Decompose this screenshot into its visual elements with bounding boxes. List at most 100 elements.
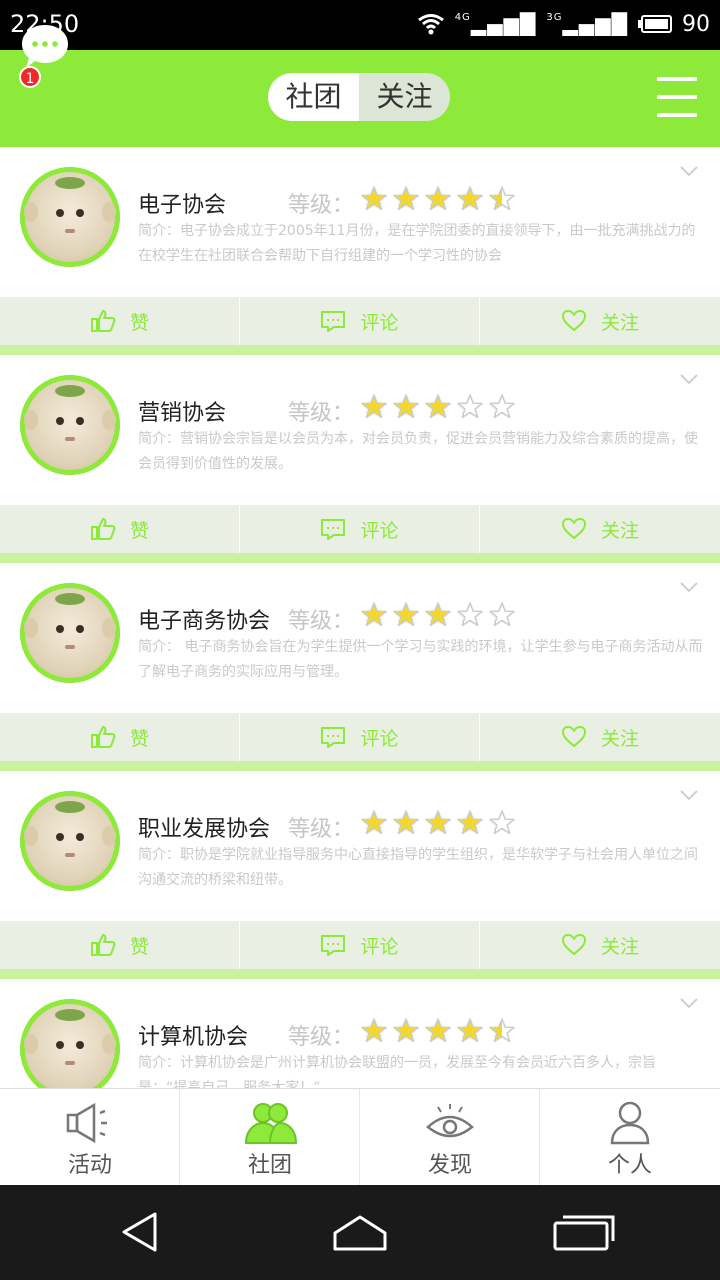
level-label: 等级： [288, 1025, 355, 1050]
tab-discover[interactable]: 发现 [360, 1089, 540, 1186]
star-icon [457, 1018, 483, 1043]
card-separator [0, 345, 720, 355]
club-avatar[interactable] [20, 583, 120, 683]
club-avatar[interactable] [20, 375, 120, 475]
thumbs-up-icon [90, 934, 116, 956]
back-icon[interactable] [118, 1210, 160, 1254]
message-badge: 1 [19, 66, 41, 88]
action-bar: 赞 评论 关注 [0, 921, 720, 969]
star-icon [489, 810, 515, 835]
like-button[interactable]: 赞 [0, 713, 240, 761]
signal-4g-icon: 4G▂▄▆█ [454, 12, 537, 36]
heart-icon [561, 518, 586, 539]
thumbs-up-icon [90, 310, 116, 332]
club-card[interactable]: 营销协会 等级： 简介：营销协会宗旨是以会员为本，对会员负责，促进会员营销能力及综合… [0, 355, 720, 563]
club-card[interactable]: 计算机协会 等级： 简介：计算机协会是广州计算机协会联盟的一员，发展至今有会员近六百… [0, 979, 720, 1088]
club-description: 简介：职协是学院就业指导服务中心直接指导的学生组织，是华软学子与社会用人单位之间… [138, 847, 698, 888]
megaphone-icon [66, 1102, 107, 1144]
action-bar: 赞 评论 关注 [0, 505, 720, 553]
chevron-down-icon[interactable] [679, 165, 699, 177]
club-name[interactable]: 计算机协会 [138, 1019, 248, 1051]
comment-icon [321, 311, 346, 332]
chat-bubble-icon[interactable] [20, 22, 70, 72]
thumbs-up-icon [90, 518, 116, 540]
star-icon [489, 186, 515, 211]
follow-button[interactable]: 关注 [480, 297, 720, 345]
chevron-down-icon[interactable] [679, 997, 699, 1009]
star-icon [361, 394, 387, 419]
club-name[interactable]: 职业发展协会 [138, 811, 270, 843]
like-button[interactable]: 赞 [0, 921, 240, 969]
tab-label: 个人 [607, 1153, 652, 1178]
star-icon [393, 186, 419, 211]
menu-icon[interactable] [657, 77, 697, 117]
star-icon [457, 602, 483, 627]
recents-icon[interactable] [552, 1211, 618, 1253]
star-icon [425, 602, 451, 627]
tab-profile[interactable]: 个人 [540, 1089, 720, 1186]
tab-clubs-bottom[interactable]: 社团 [180, 1089, 360, 1186]
segment-control: 社团 关注 [268, 73, 450, 121]
comment-label: 评论 [360, 727, 399, 750]
comment-icon [321, 727, 346, 748]
like-button[interactable]: 赞 [0, 297, 240, 345]
comment-icon [321, 935, 346, 956]
follow-button[interactable]: 关注 [480, 505, 720, 553]
rating-stars [360, 185, 516, 217]
people-icon [244, 1103, 298, 1144]
tab-following[interactable]: 关注 [359, 73, 450, 121]
comment-button[interactable]: 评论 [240, 921, 480, 969]
club-avatar[interactable] [20, 791, 120, 891]
comment-label: 评论 [360, 935, 399, 958]
club-name[interactable]: 电子商务协会 [138, 603, 270, 635]
chevron-down-icon[interactable] [679, 581, 699, 593]
follow-label: 关注 [600, 727, 639, 750]
chevron-down-icon[interactable] [679, 373, 699, 385]
like-button[interactable]: 赞 [0, 505, 240, 553]
comment-button[interactable]: 评论 [240, 713, 480, 761]
follow-button[interactable]: 关注 [480, 713, 720, 761]
card-separator [0, 761, 720, 771]
like-label: 赞 [129, 311, 149, 334]
follow-button[interactable]: 关注 [480, 921, 720, 969]
club-avatar[interactable] [20, 167, 120, 267]
level-label: 等级： [288, 609, 355, 634]
like-label: 赞 [129, 935, 149, 958]
comment-button[interactable]: 评论 [240, 297, 480, 345]
star-icon [393, 602, 419, 627]
tab-label: 发现 [427, 1153, 472, 1178]
club-card[interactable]: 电子协会 等级： 简介：电子协会成立于2005年11月份，是在学院团委的直接领导下，… [0, 147, 720, 355]
rating-stars [360, 1017, 516, 1049]
comment-label: 评论 [360, 519, 399, 542]
club-name[interactable]: 营销协会 [138, 395, 226, 427]
star-icon [361, 810, 387, 835]
rating-stars [360, 809, 516, 841]
comment-button[interactable]: 评论 [240, 505, 480, 553]
club-card[interactable]: 职业发展协会 等级： 简介：职协是学院就业指导服务中心直接指导的学生组织，是华软学子… [0, 771, 720, 979]
bottom-tab-bar: 活动 社团 发现 个人 [0, 1088, 720, 1186]
comment-label: 评论 [360, 311, 399, 334]
level-label: 等级： [288, 193, 355, 218]
star-icon [393, 1018, 419, 1043]
club-avatar[interactable] [20, 999, 120, 1088]
club-name[interactable]: 电子协会 [138, 187, 226, 219]
tab-clubs[interactable]: 社团 [268, 73, 359, 121]
follow-label: 关注 [600, 311, 639, 334]
signal-3g-icon: 3G▂▄▆█ [546, 12, 628, 36]
level-label: 等级： [288, 817, 355, 842]
tab-activities[interactable]: 活动 [0, 1089, 180, 1186]
heart-icon [561, 934, 586, 955]
club-card[interactable]: 电子商务协会 等级： 简介： 电子商务协会旨在为学生提供一个学习与实践的环境，让学生… [0, 563, 720, 771]
star-icon [489, 394, 515, 419]
battery-level: 90 [682, 11, 710, 37]
club-list[interactable]: 电子协会 等级： 简介：电子协会成立于2005年11月份，是在学院团委的直接领导下，… [0, 147, 720, 1088]
star-icon [425, 1018, 451, 1043]
star-icon [489, 602, 515, 627]
star-icon [393, 810, 419, 835]
heart-icon [561, 310, 586, 331]
like-label: 赞 [129, 727, 149, 750]
chevron-down-icon[interactable] [679, 789, 699, 801]
battery-icon [638, 15, 672, 33]
level-label: 等级： [288, 401, 355, 426]
home-icon[interactable] [331, 1213, 389, 1253]
